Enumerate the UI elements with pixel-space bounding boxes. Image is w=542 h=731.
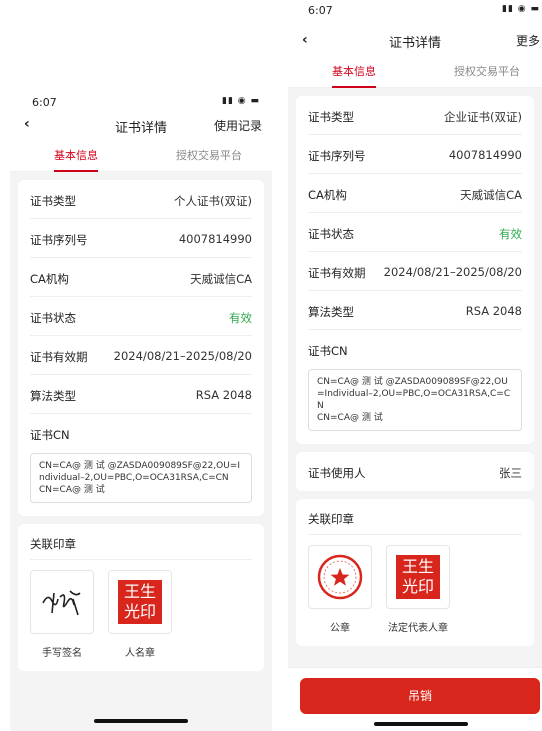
row-value: 张三	[499, 466, 522, 480]
row-value: 2024/08/21–2025/08/20	[383, 265, 522, 279]
revoke-button[interactable]: 吊销	[300, 678, 540, 714]
tab-bar: 基本信息 授权交易平台	[288, 54, 542, 88]
row-label: 证书有效期	[308, 266, 366, 280]
row-cert-type: 证书类型 个人证书(双证)	[30, 180, 252, 219]
status-icons: ▮▮ ◉ ▬	[502, 4, 540, 14]
row-validity: 证书有效期 2024/08/21–2025/08/20	[308, 252, 522, 291]
row-validity: 证书有效期 2024/08/21–2025/08/20	[30, 336, 252, 375]
cn-value-box: CN=CA@ 测 试 @ZASDA009089SF@22,OU=Individu…	[308, 369, 522, 431]
row-ca: CA机构 天威诚信CA	[30, 258, 252, 297]
more-button[interactable]: 更多	[516, 32, 540, 49]
bottom-action-bar: 吊销	[288, 667, 542, 731]
seal-list: 公章 王生 光印 法定代表人章	[308, 535, 522, 646]
row-value: 天威诚信CA	[190, 272, 252, 286]
row-label: 算法类型	[30, 389, 76, 403]
row-label: CA机构	[308, 188, 347, 202]
seal-list: 手写签名 王生 光印 人名章	[30, 560, 252, 671]
right-phone-screen: 6:07 ▮▮ ◉ ▬ ‹ 证书详情 更多 基本信息 授权交易平台 证书类型 企业…	[288, 0, 542, 731]
tab-basic-info[interactable]: 基本信息	[332, 63, 376, 88]
seal-card: 关联印章 公章 王生 光印 法定代表人章	[296, 499, 534, 646]
cert-info-card: 证书类型 企业证书(双证) 证书序列号 4007814990 CA机构 天威诚信CA …	[296, 96, 534, 444]
row-status: 证书状态 有效	[308, 213, 522, 252]
row-status: 证书状态 有效	[30, 297, 252, 336]
seal-caption: 手写签名	[42, 648, 82, 659]
row-value: 4007814990	[178, 232, 252, 246]
content-area: 证书类型 企业证书(双证) 证书序列号 4007814990 CA机构 天威诚信CA …	[288, 88, 542, 668]
row-cn: 证书CN	[308, 330, 522, 369]
name-seal-image: 王生 光印	[108, 570, 172, 634]
row-cert-type: 证书类型 企业证书(双证)	[308, 96, 522, 135]
home-indicator	[94, 719, 188, 723]
row-value: RSA 2048	[195, 388, 252, 402]
row-label: 证书CN	[30, 428, 70, 442]
status-bar: 6:07 ▮▮ ◉ ▬	[10, 90, 272, 112]
status-badge: 有效	[229, 311, 252, 325]
cert-info-card: 证书类型 个人证书(双证) 证书序列号 4007814990 CA机构 天威诚信CA …	[18, 180, 264, 516]
tab-auth-platform[interactable]: 授权交易平台	[454, 63, 520, 79]
row-serial: 证书序列号 4007814990	[30, 219, 252, 258]
nav-bar: ‹ 证书详情 更多	[288, 22, 542, 54]
row-value: 天威诚信CA	[460, 188, 522, 202]
tab-bar: 基本信息 授权交易平台	[10, 138, 272, 172]
handwritten-signature-image	[30, 570, 94, 634]
row-label: 证书使用人	[308, 466, 366, 480]
row-cn: 证书CN	[30, 414, 252, 453]
status-icons: ▮▮ ◉ ▬	[222, 96, 260, 106]
row-label: 证书有效期	[30, 350, 88, 364]
row-value: 企业证书(双证)	[444, 110, 522, 124]
row-algorithm: 算法类型 RSA 2048	[30, 375, 252, 414]
seal-item[interactable]: 王生 光印 法定代表人章	[386, 545, 450, 634]
row-algorithm: 算法类型 RSA 2048	[308, 291, 522, 330]
row-cert-user: 证书使用人 张三	[308, 452, 522, 491]
usage-record-button[interactable]: 使用记录	[214, 117, 262, 134]
seal-caption: 法定代表人章	[388, 623, 448, 634]
row-label: 证书CN	[308, 344, 348, 358]
seal-caption: 公章	[330, 623, 350, 634]
row-label: 证书类型	[308, 110, 354, 124]
row-value: 2024/08/21–2025/08/20	[113, 349, 252, 363]
left-phone-screen: 6:07 ▮▮ ◉ ▬ ‹ 证书详情 使用记录 基本信息 授权交易平台 证书类型…	[10, 90, 272, 731]
status-bar: 6:07 ▮▮ ◉ ▬	[288, 0, 542, 22]
row-label: 算法类型	[308, 305, 354, 319]
status-badge: 有效	[499, 227, 522, 241]
seal-caption: 人名章	[125, 648, 155, 659]
status-time: 6:07	[32, 96, 57, 109]
seal-item[interactable]: 手写签名	[30, 570, 94, 659]
row-value: RSA 2048	[465, 304, 522, 318]
row-value: 4007814990	[448, 148, 522, 162]
content-area: 证书类型 个人证书(双证) 证书序列号 4007814990 CA机构 天威诚信CA …	[10, 172, 272, 731]
home-indicator	[374, 722, 468, 726]
seal-item[interactable]: 王生 光印 人名章	[108, 570, 172, 659]
official-seal-image	[308, 545, 372, 609]
tab-basic-info[interactable]: 基本信息	[54, 147, 98, 172]
row-label: 证书状态	[308, 227, 354, 241]
row-label: 证书状态	[30, 311, 76, 325]
row-label: 证书序列号	[30, 233, 88, 247]
cert-user-card: 证书使用人 张三	[296, 452, 534, 491]
seal-item[interactable]: 公章	[308, 545, 372, 634]
row-ca: CA机构 天威诚信CA	[308, 174, 522, 213]
row-serial: 证书序列号 4007814990	[308, 135, 522, 174]
cn-value-box: CN=CA@ 测 试 @ZASDA009089SF@22,OU=Individu…	[30, 453, 252, 503]
row-label: 证书类型	[30, 194, 76, 208]
row-value: 个人证书(双证)	[174, 194, 252, 208]
status-time: 6:07	[308, 4, 333, 17]
tab-auth-platform[interactable]: 授权交易平台	[176, 147, 242, 163]
page-title: 证书详情	[388, 36, 441, 51]
nav-bar: ‹ 证书详情 使用记录	[10, 112, 272, 138]
seal-section-title: 关联印章	[308, 499, 522, 535]
seal-section-title: 关联印章	[30, 524, 252, 560]
row-label: 证书序列号	[308, 149, 366, 163]
legal-rep-seal-image: 王生 光印	[386, 545, 450, 609]
row-label: CA机构	[30, 272, 69, 286]
seal-card: 关联印章 手写签名 王生 光印 人名章	[18, 524, 264, 671]
